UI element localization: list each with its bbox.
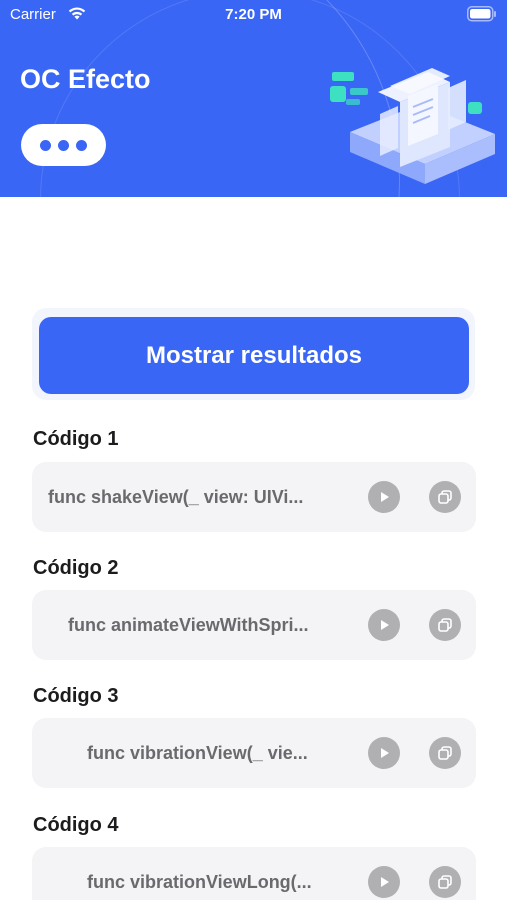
more-dot [40, 139, 51, 151]
code-4-copy-button[interactable] [429, 866, 461, 898]
code-1-play-button[interactable] [368, 481, 400, 513]
code-4-play-button[interactable] [368, 866, 400, 898]
status-bar: Carrier 7:20 PM [0, 0, 507, 30]
code-1-copy-button[interactable] [429, 481, 461, 513]
code-3-play-button[interactable] [368, 737, 400, 769]
code-2-copy-button[interactable] [429, 609, 461, 641]
code-1-snippet: func shakeView(_ view: UIVi... [48, 487, 304, 507]
documents-illustration-icon [320, 52, 500, 192]
more-dot [76, 139, 87, 151]
app-title: OC Efecto [20, 64, 151, 94]
show-results-button[interactable]: Mostrar resultados [39, 317, 469, 394]
more-dot [58, 139, 69, 151]
play-icon [381, 877, 389, 887]
code-2-card[interactable]: func animateViewWithSpri... [32, 590, 476, 660]
code-3-heading: Código 3 [33, 685, 119, 707]
play-icon [381, 748, 389, 758]
code-2-play-button[interactable] [368, 609, 400, 641]
header: Carrier 7:20 PM OC Efecto [0, 0, 507, 197]
code-4-card[interactable]: func vibrationViewLong(... [32, 847, 476, 900]
app-screen: Carrier 7:20 PM OC Efecto Mostrar result… [0, 0, 507, 900]
code-3-copy-button[interactable] [429, 737, 461, 769]
status-time: 7:20 PM [225, 6, 282, 23]
code-2-snippet: func animateViewWithSpri... [68, 615, 309, 635]
code-4-snippet: func vibrationViewLong(... [87, 872, 312, 892]
code-2-heading: Código 2 [33, 557, 119, 579]
battery-icon [467, 6, 497, 26]
play-icon [381, 620, 389, 630]
copy-icon [438, 490, 452, 504]
show-results-container: Mostrar resultados [32, 308, 475, 400]
more-button[interactable] [21, 124, 106, 166]
copy-icon [438, 618, 452, 632]
code-4-heading: Código 4 [33, 814, 119, 836]
code-1-card[interactable]: func shakeView(_ view: UIVi... [32, 462, 476, 532]
code-3-card[interactable]: func vibrationView(_ vie... [32, 718, 476, 788]
copy-icon [438, 746, 452, 760]
code-3-snippet: func vibrationView(_ vie... [87, 743, 308, 763]
copy-icon [438, 875, 452, 889]
play-icon [381, 492, 389, 502]
code-1-heading: Código 1 [33, 428, 119, 450]
